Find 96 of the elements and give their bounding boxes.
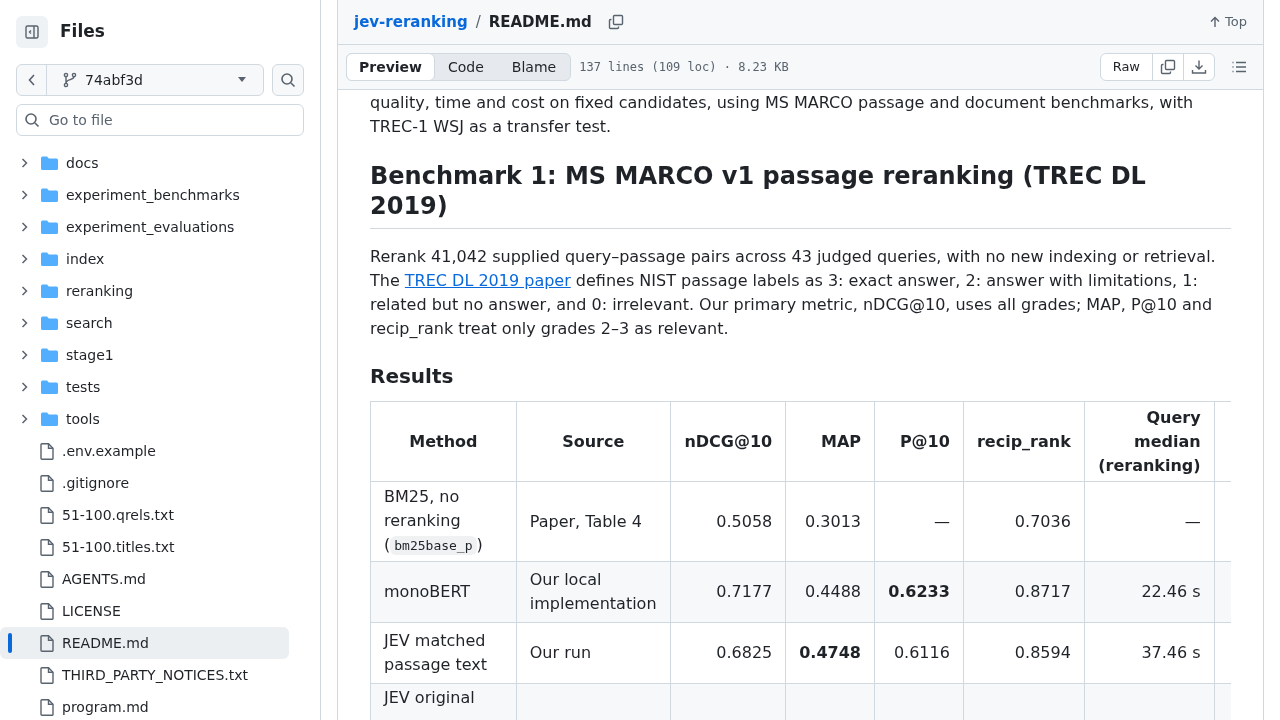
branch-icon [63, 72, 77, 88]
arrow-up-icon [1209, 16, 1222, 28]
paragraph: quality, time and cost on fixed candidates, using MS MARCO passage and document benchmarks, with TREC-1 WSJ as a transfer test. [370, 92, 1195, 138]
column-header: Query median (reranking) [1084, 401, 1215, 482]
table-cell: 0.6116 [874, 622, 964, 684]
file-tree-item[interactable]: tests [0, 371, 289, 403]
table-cell: 0.4488 [785, 561, 875, 623]
table-cell: 0.6233 [874, 561, 964, 623]
file-tree-item[interactable]: .gitignore [0, 467, 289, 499]
table-cell: 0.8594 [963, 622, 1085, 684]
file-tree-item[interactable]: README.md [0, 627, 289, 659]
file-icon [40, 570, 54, 588]
column-header: recip_rank [963, 401, 1085, 482]
view-tab[interactable]: Blame [497, 54, 571, 80]
subheading: Results [370, 363, 455, 390]
folder-icon [41, 188, 58, 202]
file-icon [40, 698, 54, 716]
column-header: MAP [785, 401, 875, 482]
folder-icon [41, 252, 58, 266]
repo-link[interactable]: jev-reranking [354, 10, 468, 34]
file-tree-item[interactable]: docs [0, 147, 289, 179]
path-separator: / [475, 11, 481, 33]
table-cell: Paper, Table 4 [516, 481, 671, 562]
table-cell: 0.4748 [785, 622, 875, 684]
file-tree-item[interactable]: search [0, 307, 289, 339]
table-cell: — [1084, 481, 1215, 562]
file-tree-item[interactable]: AGENTS.md [0, 563, 289, 595]
file-icon [40, 506, 54, 524]
branch-name: 74abf3d [85, 70, 144, 90]
folder-icon [41, 284, 58, 298]
column-header: Source [516, 401, 671, 482]
paper-link[interactable]: TREC DL 2019 paper [404, 271, 571, 290]
file-tree-item[interactable]: .env.example [0, 435, 289, 467]
search-icon [24, 112, 40, 128]
download-icon [1191, 59, 1207, 75]
file-tree-item[interactable]: experiment_benchmarks [0, 179, 289, 211]
file-icon [40, 474, 54, 492]
folder-icon [41, 220, 58, 234]
top-link[interactable]: Top [1209, 12, 1247, 32]
selection-indicator [8, 633, 12, 653]
file-tree-item[interactable]: stage1 [0, 339, 289, 371]
file-name: README.md [488, 11, 592, 33]
go-to-file-field[interactable]: Go to file [16, 104, 304, 136]
file-tree-item[interactable]: tools [0, 403, 289, 435]
table-cell: 22.46 s [1084, 561, 1215, 623]
file-icon [40, 538, 54, 556]
file-icon [40, 442, 54, 460]
file-tree-item[interactable]: reranking [0, 275, 289, 307]
table-cell: Our run [516, 622, 671, 684]
table-cell: monoBERT [370, 561, 517, 623]
file-tree-item[interactable]: experiment_evaluations [0, 211, 289, 243]
copy-icon [607, 14, 624, 30]
table-cell: JEV original [370, 683, 517, 720]
collapse-sidebar-button[interactable] [16, 16, 48, 48]
table-cell: — [874, 481, 964, 562]
table-cell: 0.7177 [670, 561, 786, 623]
table-cell: Our local implementation [516, 561, 671, 623]
table-cell: JEV matched passage text [370, 622, 517, 684]
table-cell: 0.3013 [785, 481, 875, 562]
chevron-left-icon [27, 74, 36, 86]
section-heading: Benchmark 1: MS MARCO v1 passage reranking (TREC DL 2019) [370, 161, 1231, 229]
file-icon [40, 634, 54, 652]
table-cell: 0.5058 [670, 481, 786, 562]
file-icon [40, 666, 54, 684]
column-header: nDCG@10 [670, 401, 786, 482]
folder-icon [41, 316, 58, 330]
table-cell: BM25, no reranking ( bm25base_p ) [370, 481, 517, 562]
view-tab[interactable]: Preview [346, 53, 435, 81]
folder-icon [41, 156, 58, 170]
file-tree-item[interactable]: 51-100.qrels.txt [0, 499, 289, 531]
search-icon [280, 72, 296, 88]
file-icon [40, 602, 54, 620]
paragraph: Rerank 41,042 supplied query–passage pairs across 43 judged queries, with no new indexing or retrieval. The TREC DL 2019 paper defines NIST passage labels as 3: exact answer, 2: answer with limitations, 1: related but no answer, and 0: irrelevant. Our primary metric, nDCG@10, uses all grades; MAP, P@10 and recip_rank treat only grades 2–3 as relevant. [370, 246, 1217, 340]
column-header: Method [370, 401, 517, 482]
table-cell: 0.6825 [670, 622, 786, 684]
file-tree-item[interactable]: LICENSE [0, 595, 289, 627]
folder-icon [41, 412, 58, 426]
file-tree-item[interactable]: program.md [0, 691, 289, 720]
table-cell: 0.7036 [963, 481, 1085, 562]
copy-icon [1160, 59, 1176, 75]
file-tree-item[interactable]: 51-100.titles.txt [0, 531, 289, 563]
folder-icon [41, 380, 58, 394]
file-tree-item[interactable]: index [0, 243, 289, 275]
table-cell: 37.46 s [1084, 622, 1215, 684]
search-button[interactable] [272, 64, 304, 96]
view-tab[interactable]: Code [434, 54, 498, 80]
sidebar-title: Files [60, 20, 105, 44]
folder-icon [41, 348, 58, 362]
column-header: P@10 [874, 401, 964, 482]
table-cell: 0.8717 [963, 561, 1085, 623]
file-tree-item[interactable]: THIRD_PARTY_NOTICES.txt [0, 659, 289, 691]
list-icon [1231, 59, 1247, 75]
branch-selector[interactable]: 74abf3d [16, 64, 264, 96]
sidebar-panel-icon [24, 24, 40, 40]
file-info: 137 lines (109 loc) · 8.23 KB [579, 59, 789, 76]
caret-icon [237, 77, 247, 83]
